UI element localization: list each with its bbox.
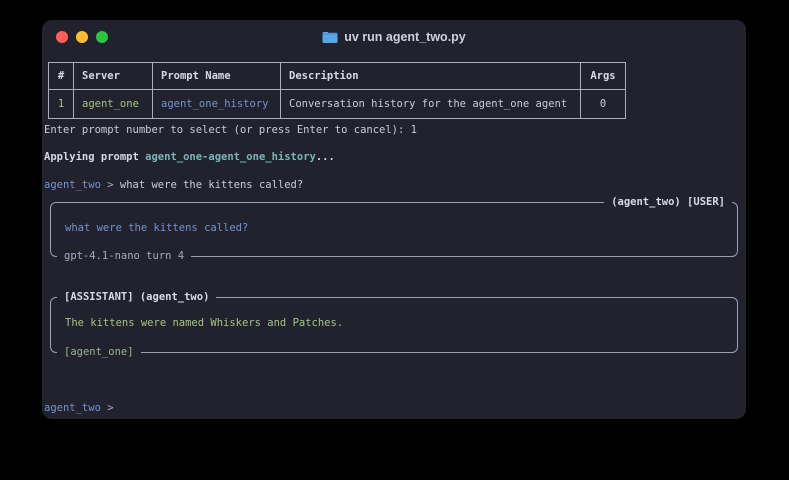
input-caret: > <box>101 402 120 414</box>
table-row: 1 agent_one agent_one_history Conversati… <box>49 90 626 119</box>
prompts-table: # Server Prompt Name Description Args 1 … <box>48 62 626 119</box>
enter-prompt-text: Enter prompt number to select (or press … <box>44 124 411 136</box>
zoom-button[interactable] <box>96 31 108 43</box>
folder-icon <box>322 31 338 44</box>
prompt-caret: > <box>101 179 120 191</box>
header-prompt-name: Prompt Name <box>153 63 281 90</box>
user-panel-title: (agent_two) [USER] <box>604 196 732 209</box>
header-num: # <box>49 63 74 90</box>
window-title: uv run agent_two.py <box>322 30 466 44</box>
cell-args: 0 <box>581 90 626 119</box>
minimize-button[interactable] <box>76 31 88 43</box>
user-input-echo-line: agent_two > what were the kittens called… <box>44 179 303 192</box>
cell-server: agent_one <box>74 90 153 119</box>
enter-prompt-line: Enter prompt number to select (or press … <box>44 124 417 137</box>
enter-prompt-typed-value: 1 <box>411 124 417 136</box>
prompt-agent-name: agent_two <box>44 179 101 191</box>
assistant-panel-title: [ASSISTANT] (agent_two) <box>57 291 216 304</box>
assistant-message-panel: [ASSISTANT] (agent_two) The kittens were… <box>50 297 738 353</box>
cell-num: 1 <box>49 90 74 119</box>
header-server: Server <box>74 63 153 90</box>
user-typed-message: what were the kittens called? <box>120 179 303 191</box>
cell-description: Conversation history for the agent_one a… <box>281 90 581 119</box>
window-title-text: uv run agent_two.py <box>344 30 466 44</box>
applying-suffix: ... <box>316 151 335 163</box>
input-agent-name: agent_two <box>44 402 101 414</box>
applying-prompt-line: Applying prompt agent_one-agent_one_hist… <box>44 151 335 164</box>
titlebar: uv run agent_two.py <box>42 20 746 54</box>
terminal-window: uv run agent_two.py # Server Prompt Name… <box>42 20 746 419</box>
applying-target: agent_one-agent_one_history <box>145 151 316 163</box>
cell-prompt-name: agent_one_history <box>153 90 281 119</box>
header-description: Description <box>281 63 581 90</box>
terminal-input-line[interactable]: agent_two > <box>44 402 120 415</box>
traffic-lights <box>56 20 108 54</box>
assistant-panel-footer: [agent_one] <box>57 346 141 359</box>
user-message-panel: (agent_two) [USER] what were the kittens… <box>50 202 738 257</box>
user-panel-footer: gpt-4.1-nano turn 4 <box>57 250 191 263</box>
table-header-row: # Server Prompt Name Description Args <box>49 63 626 90</box>
header-args: Args <box>581 63 626 90</box>
close-button[interactable] <box>56 31 68 43</box>
applying-prefix: Applying prompt <box>44 151 145 163</box>
